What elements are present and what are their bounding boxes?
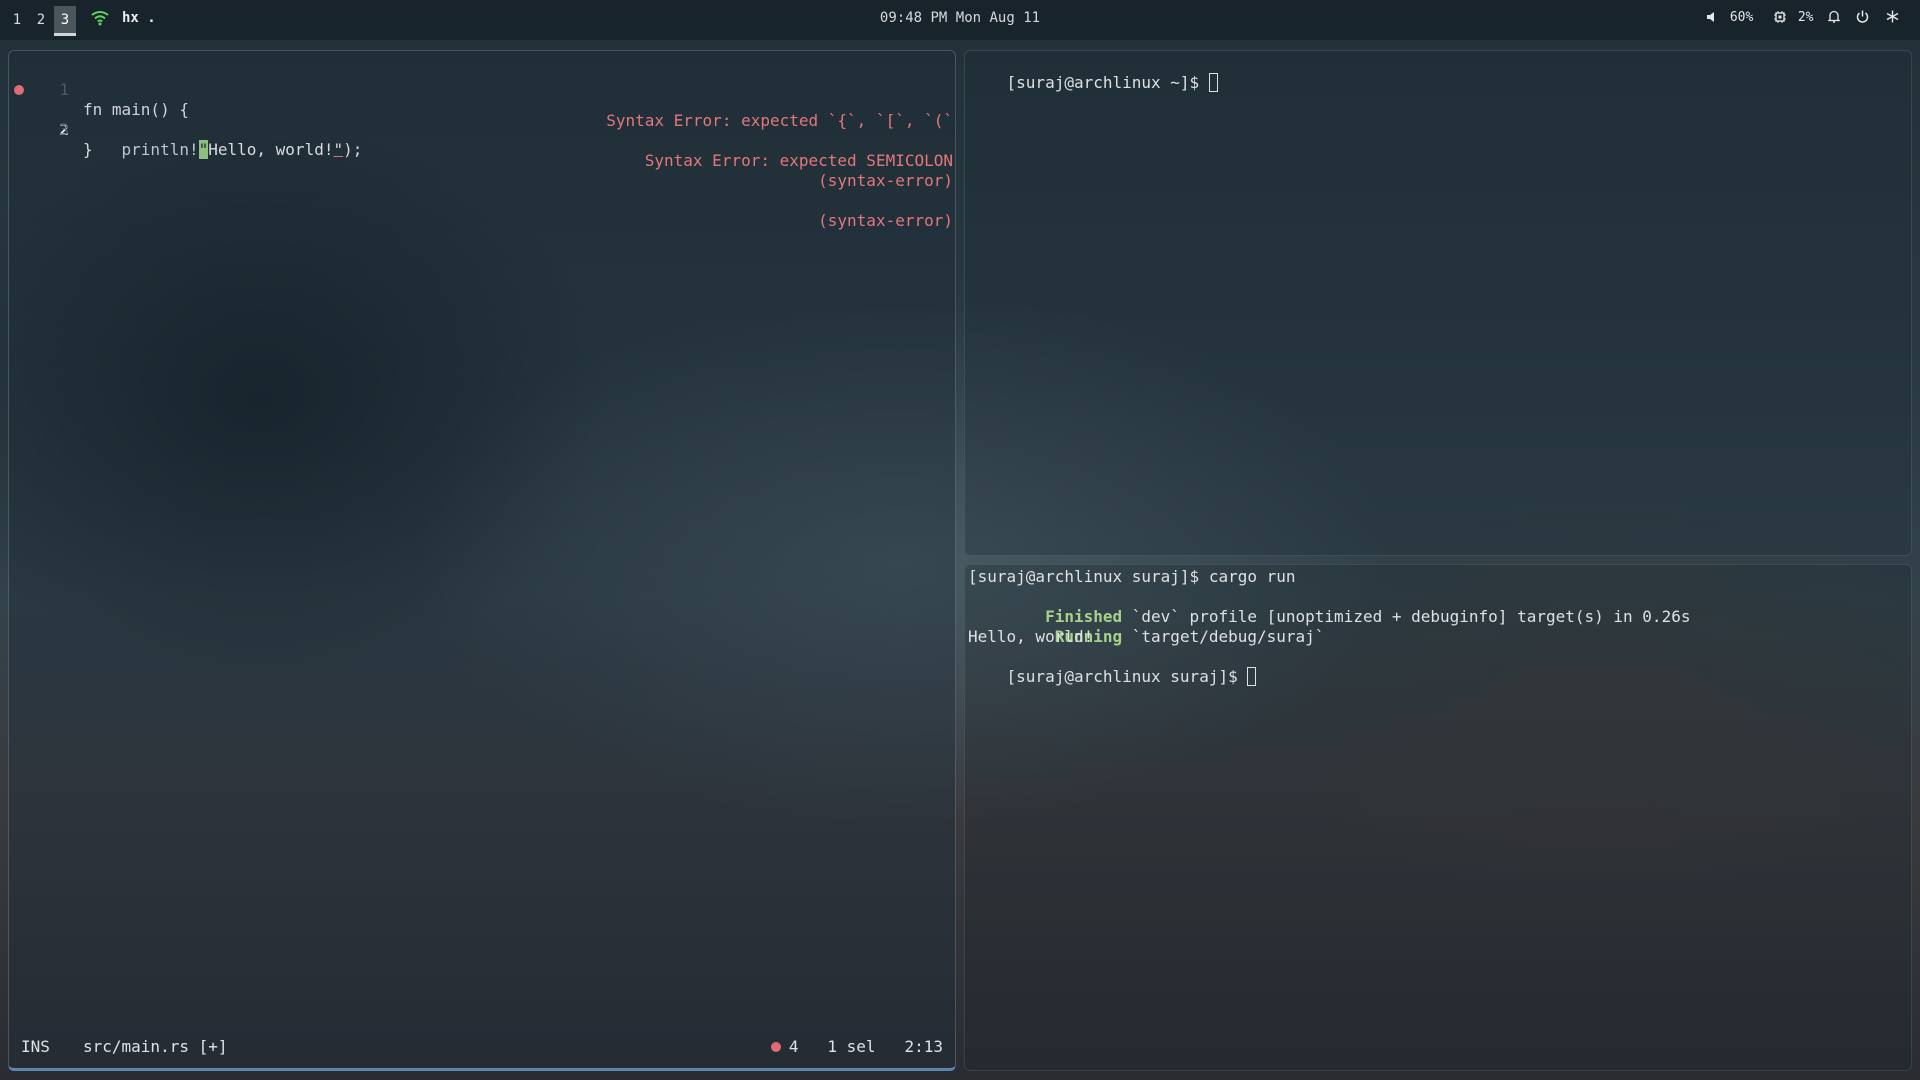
status-line: INS src/main.rs [+] 4 1 sel 2:13 (9, 1036, 955, 1058)
cpu-value: 2% (1797, 10, 1814, 25)
bell-icon (1827, 10, 1841, 23)
line-number: 3 (59, 120, 69, 139)
editor-window[interactable]: 1 fn main() { 2 println!"Hello, world!")… (8, 50, 956, 1071)
diagnostic-message: Syntax Error: expected SEMICOLON (644, 151, 953, 170)
volume-indicator[interactable]: 60% (1706, 10, 1753, 25)
power-button[interactable] (1856, 10, 1869, 25)
terminal-command-line: [suraj@archlinux suraj]$ cargo run (968, 567, 1296, 586)
volume-value: 60% (1729, 10, 1754, 25)
program-output: Hello, world! (968, 627, 1094, 646)
terminal-prompt-line[interactable]: [suraj@archlinux suraj]$ (968, 647, 1257, 707)
terminal-cursor (1247, 667, 1257, 686)
code-text: println!"Hello, world!"); (83, 140, 362, 160)
terminal-window-top[interactable]: [suraj@archlinux ~]$ (964, 50, 1912, 556)
code-macro: println! (83, 140, 199, 159)
selection-count: 1 sel (827, 1037, 876, 1056)
diagnostics-dot-icon (770, 1042, 781, 1052)
code-text: } (83, 140, 93, 159)
running-details: `target/debug/suraj` (1122, 627, 1325, 646)
editor-mode: INS (21, 1037, 50, 1056)
diagnostic-count: 4 (788, 1037, 799, 1056)
top-bar: 1 2 3 hx . 09:48 PM Mon Aug 11 60% 2% (0, 0, 1920, 40)
shell-prompt: [suraj@archlinux suraj]$ (1006, 667, 1248, 686)
terminal-prompt-line[interactable]: [suraj@archlinux ~]$ (968, 53, 1218, 113)
diagnostic-2: Syntax Error: expected SEMICOLON (syntax… (645, 111, 953, 271)
terminal-window-bottom[interactable]: [suraj@archlinux suraj]$ cargo run Finis… (964, 564, 1912, 1071)
cursor-position: 2:13 (904, 1037, 943, 1056)
notifications-button[interactable] (1827, 10, 1841, 25)
status-right: 4 1 sel 2:13 (770, 1036, 943, 1058)
cpu-icon (1774, 11, 1786, 23)
error-marker-icon (14, 85, 24, 95)
terminal-cursor (1208, 73, 1218, 92)
power-icon (1856, 10, 1869, 23)
shell-prompt: [suraj@archlinux ~]$ (1006, 73, 1209, 92)
file-name: src/main.rs [+] (83, 1037, 228, 1056)
code-string: Hello, world! (208, 140, 334, 159)
error-quote: " (333, 140, 344, 159)
diagnostic-code: (syntax-error) (818, 211, 953, 230)
clock[interactable]: 09:48 PM Mon Aug 11 (0, 10, 1920, 26)
settings-button[interactable] (1886, 10, 1899, 25)
code-punct: ); (343, 140, 363, 159)
volume-icon (1707, 12, 1714, 22)
text-cursor: " (198, 140, 209, 159)
cpu-indicator[interactable]: 2% (1774, 10, 1813, 25)
snowflake-icon (1886, 10, 1899, 23)
